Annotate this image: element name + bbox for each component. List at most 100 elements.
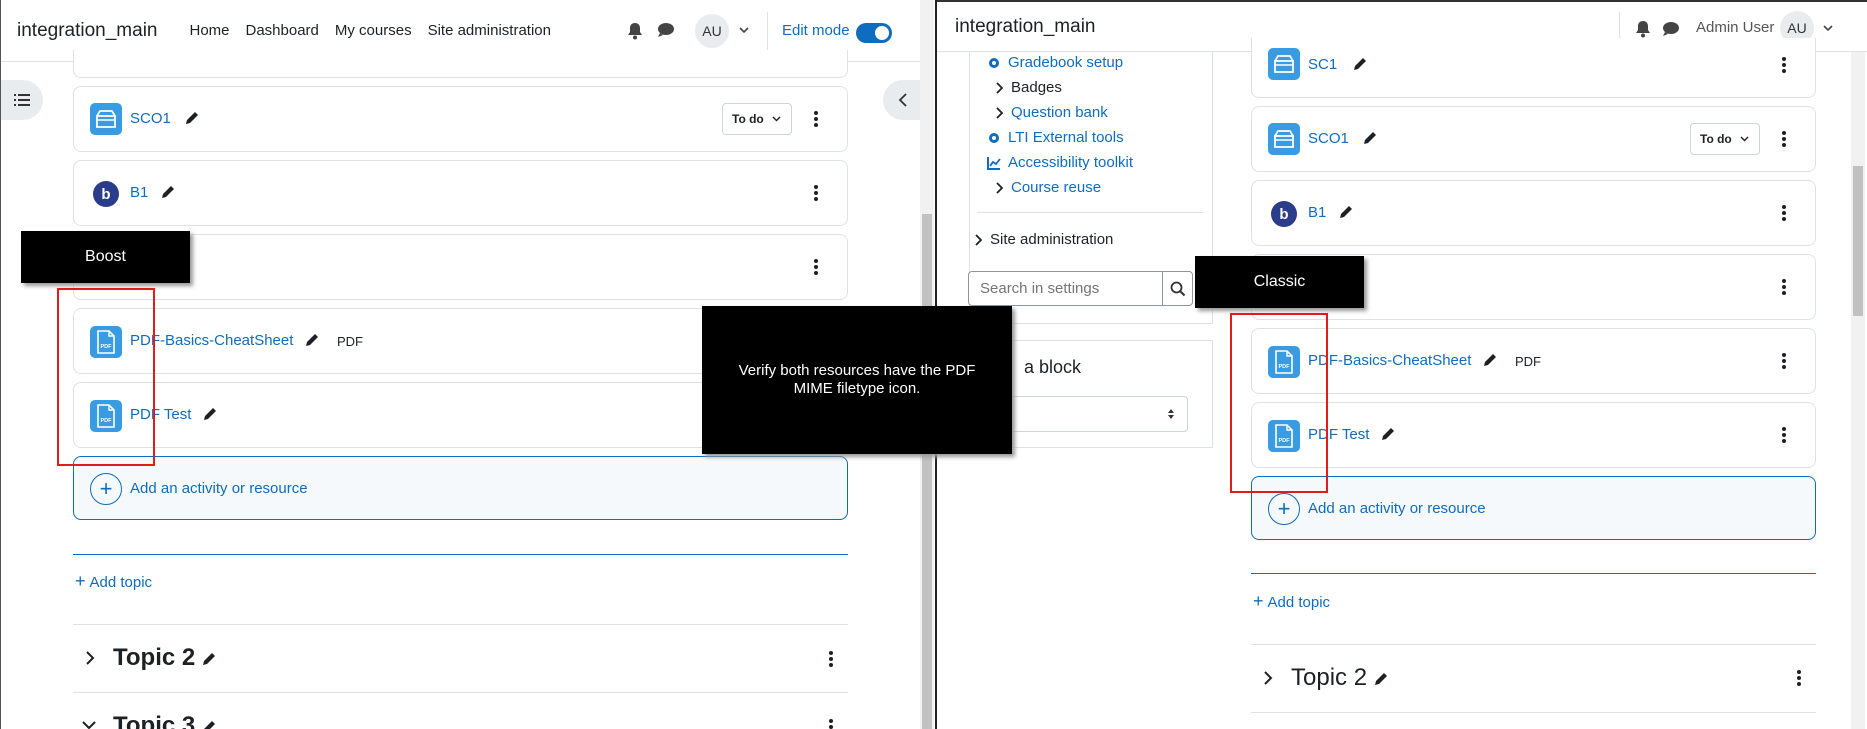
pencil-icon[interactable]: [201, 651, 217, 667]
pencil-icon[interactable]: [202, 406, 218, 422]
settings-item-label: Course reuse: [1011, 179, 1102, 196]
chevron-right-icon[interactable]: [85, 650, 95, 666]
chat-icon[interactable]: [657, 22, 675, 38]
settings-item-label: Gradebook setup: [1008, 54, 1124, 71]
classic-callout: Classic: [1195, 256, 1364, 308]
add-activity-label: Add an activity or resource: [1308, 500, 1486, 517]
user-name[interactable]: Admin User: [1696, 19, 1774, 36]
kebab-menu-icon[interactable]: [829, 719, 833, 729]
settings-item-label: Accessibility toolkit: [1008, 154, 1134, 171]
plus-icon: +: [90, 473, 122, 505]
scorm-icon: [90, 103, 122, 135]
scrollbar-thumb[interactable]: [1853, 166, 1863, 316]
settings-item-label: Site administration: [990, 231, 1114, 248]
activity-name[interactable]: SC1: [1308, 56, 1337, 73]
edit-mode-toggle[interactable]: [856, 23, 892, 43]
navbar-divider: [767, 12, 768, 50]
activity-name[interactable]: B1: [1308, 204, 1326, 221]
settings-search: [968, 271, 1193, 306]
topic-3-title: Topic 3: [113, 712, 196, 729]
kebab-menu-icon[interactable]: [1782, 57, 1786, 75]
activity-name[interactable]: SCO1: [130, 110, 171, 127]
gear-icon: [989, 132, 999, 143]
chevron-down-icon[interactable]: [81, 720, 97, 729]
settings-item-lti-external-tools[interactable]: LTI External tools: [987, 125, 1207, 150]
settings-item-course-reuse[interactable]: Course reuse: [987, 175, 1207, 200]
highlight-box-classic: [1230, 313, 1328, 493]
chevron-right-icon: [996, 106, 1003, 119]
chevron-down-icon[interactable]: [1823, 24, 1833, 32]
activity-card-b1: b B1: [73, 160, 848, 226]
kebab-menu-icon[interactable]: [814, 185, 818, 203]
pencil-icon[interactable]: [304, 332, 320, 348]
scrollbar-thumb[interactable]: [922, 214, 932, 729]
scrollbar[interactable]: [1851, 52, 1865, 729]
kebab-menu-icon[interactable]: [1782, 205, 1786, 223]
highlight-box-boost: [57, 288, 155, 466]
kebab-menu-icon[interactable]: [1782, 279, 1786, 297]
pencil-icon[interactable]: [1362, 130, 1378, 146]
gear-icon: [989, 57, 999, 68]
pencil-icon[interactable]: [1380, 426, 1396, 442]
activity-name[interactable]: PDF-Basics-CheatSheet: [1308, 352, 1471, 369]
verification-note-text: Verify both resources have the PDF MIME …: [738, 362, 976, 397]
search-input[interactable]: [968, 271, 1163, 306]
settings-item-accessibility-toolkit[interactable]: Accessibility toolkit: [987, 150, 1207, 175]
settings-item-question-bank[interactable]: Question bank: [987, 100, 1207, 125]
pencil-icon[interactable]: [201, 719, 217, 729]
add-topic-label: Add topic: [89, 574, 153, 591]
todo-dropdown[interactable]: To do: [722, 103, 792, 135]
avatar[interactable]: AU: [695, 14, 729, 48]
kebab-menu-icon[interactable]: [814, 111, 818, 129]
nav-dashboard[interactable]: Dashboard: [246, 22, 319, 39]
settings-item-badges[interactable]: Badges: [987, 75, 1207, 100]
kebab-menu-icon[interactable]: [814, 259, 818, 277]
chevron-down-icon[interactable]: [739, 26, 749, 34]
chart-icon: [987, 156, 1001, 170]
pencil-icon[interactable]: [1482, 352, 1498, 368]
list-icon: [14, 94, 30, 106]
bell-icon[interactable]: [627, 22, 643, 40]
add-block-title: a block: [1024, 357, 1082, 377]
pencil-icon[interactable]: [160, 184, 176, 200]
kebab-menu-icon[interactable]: [1797, 670, 1801, 688]
settings-item-gradebook-setup[interactable]: Gradebook setup: [987, 50, 1207, 75]
pencil-icon[interactable]: [1373, 671, 1389, 687]
nav-site-administration[interactable]: Site administration: [428, 22, 551, 39]
topic-divider: [1251, 644, 1816, 645]
nav-my-courses[interactable]: My courses: [335, 22, 412, 39]
activity-name[interactable]: SCO1: [1308, 130, 1349, 147]
settings-item-site-administration[interactable]: Site administration: [974, 231, 1113, 248]
nav-home[interactable]: Home: [189, 22, 229, 39]
topic-2-title: Topic 2: [113, 644, 196, 671]
chevron-right-icon[interactable]: [1263, 670, 1273, 686]
section-divider: [1251, 573, 1816, 574]
add-activity-button[interactable]: + Add an activity or resource: [73, 456, 848, 520]
scorm-icon: [1268, 123, 1300, 155]
activity-name[interactable]: B1: [130, 184, 148, 201]
kebab-menu-icon[interactable]: [1782, 427, 1786, 445]
pencil-icon[interactable]: [1352, 56, 1368, 72]
bell-icon[interactable]: [1635, 20, 1651, 38]
kebab-menu-icon[interactable]: [1782, 353, 1786, 371]
site-brand[interactable]: integration_main: [17, 20, 157, 42]
kebab-menu-icon[interactable]: [1782, 131, 1786, 149]
kebab-menu-icon[interactable]: [829, 651, 833, 669]
pencil-icon[interactable]: [1338, 204, 1354, 220]
chat-icon[interactable]: [1662, 21, 1680, 37]
resource-type-label: PDF: [1515, 354, 1541, 369]
chevron-down-icon: [1740, 136, 1749, 142]
classic-pane: integration_main Admin User AU Gradebook…: [935, 0, 1867, 729]
add-topic-link[interactable]: + Add topic: [75, 571, 152, 592]
settings-item-label: LTI External tools: [1008, 129, 1124, 146]
add-topic-link[interactable]: + Add topic: [1253, 591, 1330, 612]
course-index-toggle[interactable]: [1, 80, 43, 120]
settings-menu: Gradebook setup Badges Question bank LTI…: [987, 50, 1207, 200]
verification-note: Verify both resources have the PDF MIME …: [702, 306, 1012, 454]
add-activity-button[interactable]: + Add an activity or resource: [1251, 476, 1816, 540]
block-drawer-toggle[interactable]: [883, 80, 923, 120]
todo-dropdown[interactable]: To do: [1690, 123, 1760, 155]
pencil-icon[interactable]: [184, 110, 200, 126]
site-brand[interactable]: integration_main: [955, 16, 1095, 38]
search-button[interactable]: [1163, 271, 1193, 306]
